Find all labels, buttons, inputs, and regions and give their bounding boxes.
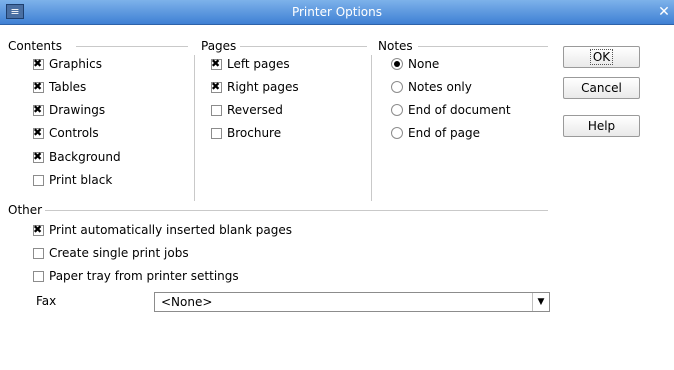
checkbox-box[interactable] bbox=[211, 57, 222, 71]
checkbox-label: Reversed bbox=[227, 103, 283, 117]
close-icon[interactable]: ✕ bbox=[656, 2, 672, 22]
other-divider bbox=[45, 210, 548, 211]
title-bar[interactable]: ≡ Printer Options ✕ bbox=[0, 0, 674, 25]
checkbox-label: Paper tray from printer settings bbox=[49, 269, 239, 283]
group-separator bbox=[194, 55, 195, 201]
radio-button[interactable] bbox=[391, 58, 403, 70]
checkbox-box[interactable] bbox=[33, 103, 44, 117]
checkbox-print-blank-pages[interactable]: Print automatically inserted blank pages bbox=[33, 221, 292, 239]
fax-select[interactable]: <None> ▼ bbox=[154, 292, 550, 312]
dialog-bottom-area bbox=[0, 360, 674, 370]
checkbox-box[interactable] bbox=[33, 150, 44, 164]
checkbox-print-black[interactable]: Print black bbox=[33, 171, 112, 189]
checkbox-controls[interactable]: Controls bbox=[33, 124, 99, 142]
radio-end-of-document[interactable]: End of document bbox=[391, 101, 511, 119]
radio-end-of-page[interactable]: End of page bbox=[391, 124, 480, 142]
checkbox-single-print-jobs[interactable]: Create single print jobs bbox=[33, 244, 189, 262]
radio-label: None bbox=[408, 57, 440, 71]
checkbox-label: Create single print jobs bbox=[49, 246, 189, 260]
cancel-button[interactable]: Cancel bbox=[563, 77, 640, 99]
help-button-label: Help bbox=[587, 119, 616, 133]
checkbox-box[interactable] bbox=[33, 270, 44, 282]
checkbox-label: Controls bbox=[49, 126, 99, 140]
contents-group-title: Contents bbox=[8, 39, 62, 53]
pages-group-title: Pages bbox=[201, 39, 237, 53]
checkbox-label: Print automatically inserted blank pages bbox=[49, 223, 292, 237]
window-title: Printer Options bbox=[291, 5, 383, 19]
checkbox-reversed[interactable]: Reversed bbox=[211, 101, 283, 119]
checkbox-box[interactable] bbox=[211, 104, 222, 116]
radio-label: Notes only bbox=[408, 80, 472, 94]
checkbox-label: Background bbox=[49, 150, 121, 164]
cancel-button-label: Cancel bbox=[581, 81, 622, 95]
checkbox-drawings[interactable]: Drawings bbox=[33, 101, 105, 119]
checkbox-label: Brochure bbox=[227, 126, 282, 140]
ok-button-label: OK bbox=[589, 49, 614, 65]
help-button[interactable]: Help bbox=[563, 115, 640, 137]
checkbox-label: Drawings bbox=[49, 103, 106, 117]
radio-button[interactable] bbox=[391, 127, 403, 139]
checkbox-label: Tables bbox=[49, 80, 87, 94]
radio-none[interactable]: None bbox=[391, 55, 439, 73]
radio-button[interactable] bbox=[391, 81, 403, 93]
dropdown-arrow-icon[interactable]: ▼ bbox=[532, 293, 549, 311]
other-group-title: Other bbox=[8, 203, 43, 217]
radio-button[interactable] bbox=[391, 104, 403, 116]
checkbox-tables[interactable]: Tables bbox=[33, 78, 86, 96]
radio-notes-only[interactable]: Notes only bbox=[391, 78, 472, 96]
checkbox-box[interactable] bbox=[33, 174, 44, 186]
checkbox-label: Right pages bbox=[227, 80, 299, 94]
checkbox-box[interactable] bbox=[33, 57, 44, 71]
checkbox-right-pages[interactable]: Right pages bbox=[211, 78, 299, 96]
checkbox-left-pages[interactable]: Left pages bbox=[211, 55, 290, 73]
checkbox-box[interactable] bbox=[33, 247, 44, 259]
checkbox-box[interactable] bbox=[33, 223, 44, 237]
notes-divider bbox=[418, 46, 548, 47]
checkbox-background[interactable]: Background bbox=[33, 148, 121, 166]
radio-label: End of document bbox=[408, 103, 511, 117]
radio-label: End of page bbox=[408, 126, 480, 140]
checkbox-box[interactable] bbox=[211, 127, 222, 139]
fax-select-value: <None> bbox=[161, 295, 213, 309]
notes-group-title: Notes bbox=[378, 39, 413, 53]
checkbox-label: Print black bbox=[49, 173, 113, 187]
fax-label: Fax bbox=[36, 294, 57, 308]
printer-options-dialog: ≡ Printer Options ✕ Contents Graphics Ta… bbox=[0, 0, 674, 370]
checkbox-brochure[interactable]: Brochure bbox=[211, 124, 281, 142]
contents-divider bbox=[76, 46, 188, 47]
checkbox-box[interactable] bbox=[211, 80, 222, 94]
checkbox-paper-tray[interactable]: Paper tray from printer settings bbox=[33, 267, 239, 285]
group-separator bbox=[371, 55, 372, 201]
checkbox-label: Graphics bbox=[49, 57, 102, 71]
checkbox-box[interactable] bbox=[33, 80, 44, 94]
checkbox-label: Left pages bbox=[227, 57, 290, 71]
pages-divider bbox=[240, 46, 367, 47]
checkbox-graphics[interactable]: Graphics bbox=[33, 55, 102, 73]
ok-button[interactable]: OK bbox=[563, 46, 640, 68]
checkbox-box[interactable] bbox=[33, 126, 44, 140]
